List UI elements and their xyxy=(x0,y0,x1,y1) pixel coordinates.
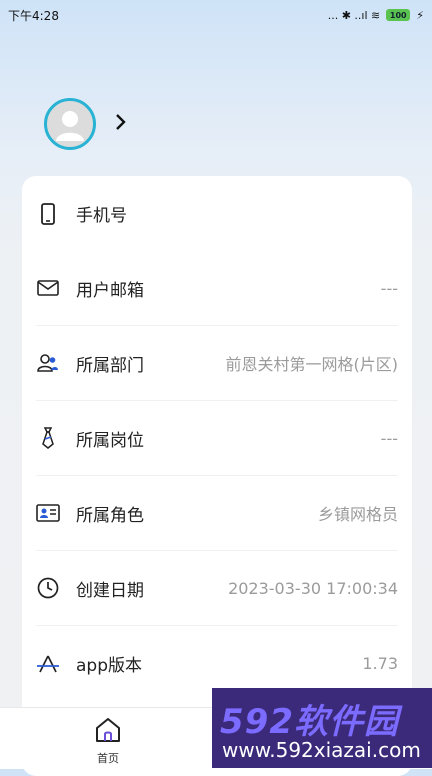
phone-icon xyxy=(36,202,60,226)
tie-icon xyxy=(36,426,60,450)
info-row-created-date[interactable]: 创建日期 2023-03-30 17:00:34 xyxy=(36,551,398,626)
status-time: 下午4:28 xyxy=(8,8,59,23)
row-label: 用户邮箱 xyxy=(76,280,144,301)
info-row-position[interactable]: 所属岗位 --- xyxy=(36,401,398,476)
row-label: 所属部门 xyxy=(76,355,144,376)
clock-icon xyxy=(36,576,60,600)
row-label: 所属角色 xyxy=(76,505,144,526)
users-icon xyxy=(36,351,60,375)
user-info-card: 手机号 用户邮箱 --- 所属部门 前恩关村第一网格(片区) 所属岗位 --- … xyxy=(22,176,412,776)
app-icon xyxy=(36,652,60,676)
user-avatar-icon[interactable] xyxy=(44,98,96,150)
mail-icon xyxy=(36,276,60,300)
row-label: 所属岗位 xyxy=(76,430,144,451)
status-bar: 下午4:28 ... ✱ ..ıl ≋ 100 ⚡ xyxy=(0,0,432,30)
battery-icon: 100 xyxy=(386,9,411,21)
id-card-icon xyxy=(36,501,60,525)
row-value: 前恩关村第一网格(片区) xyxy=(225,355,399,374)
row-label: 创建日期 xyxy=(76,580,144,601)
row-value: 2023-03-30 17:00:34 xyxy=(228,578,398,598)
chevron-right-icon[interactable] xyxy=(114,112,128,136)
info-row-department[interactable]: 所属部门 前恩关村第一网格(片区) xyxy=(36,326,398,401)
info-row-email[interactable]: 用户邮箱 --- xyxy=(36,251,398,326)
row-value: 乡镇网格员 xyxy=(317,505,398,524)
signal-wifi-icon: ... ✱ ..ıl ≋ xyxy=(327,8,381,22)
tab-home-label: 首页 xyxy=(97,752,119,765)
status-indicators: ... ✱ ..ıl ≋ 100 ⚡ xyxy=(328,9,424,22)
row-value: --- xyxy=(380,278,398,298)
watermark-logo: 592软件园 www.592xiazai.com xyxy=(212,688,432,768)
watermark-url: www.592xiazai.com xyxy=(222,738,421,762)
row-label: app版本 xyxy=(76,656,142,676)
tab-home[interactable]: 首页 xyxy=(84,716,132,766)
row-label: 手机号 xyxy=(76,206,127,226)
info-row-phone[interactable]: 手机号 xyxy=(36,176,398,251)
row-value: 1.73 xyxy=(362,654,398,673)
info-row-role[interactable]: 所属角色 乡镇网格员 xyxy=(36,476,398,551)
profile-header[interactable] xyxy=(44,98,128,150)
row-value: --- xyxy=(380,428,398,448)
charging-icon: ⚡ xyxy=(416,8,424,22)
home-icon xyxy=(93,716,123,748)
watermark-brand: 592软件园 xyxy=(220,702,399,742)
